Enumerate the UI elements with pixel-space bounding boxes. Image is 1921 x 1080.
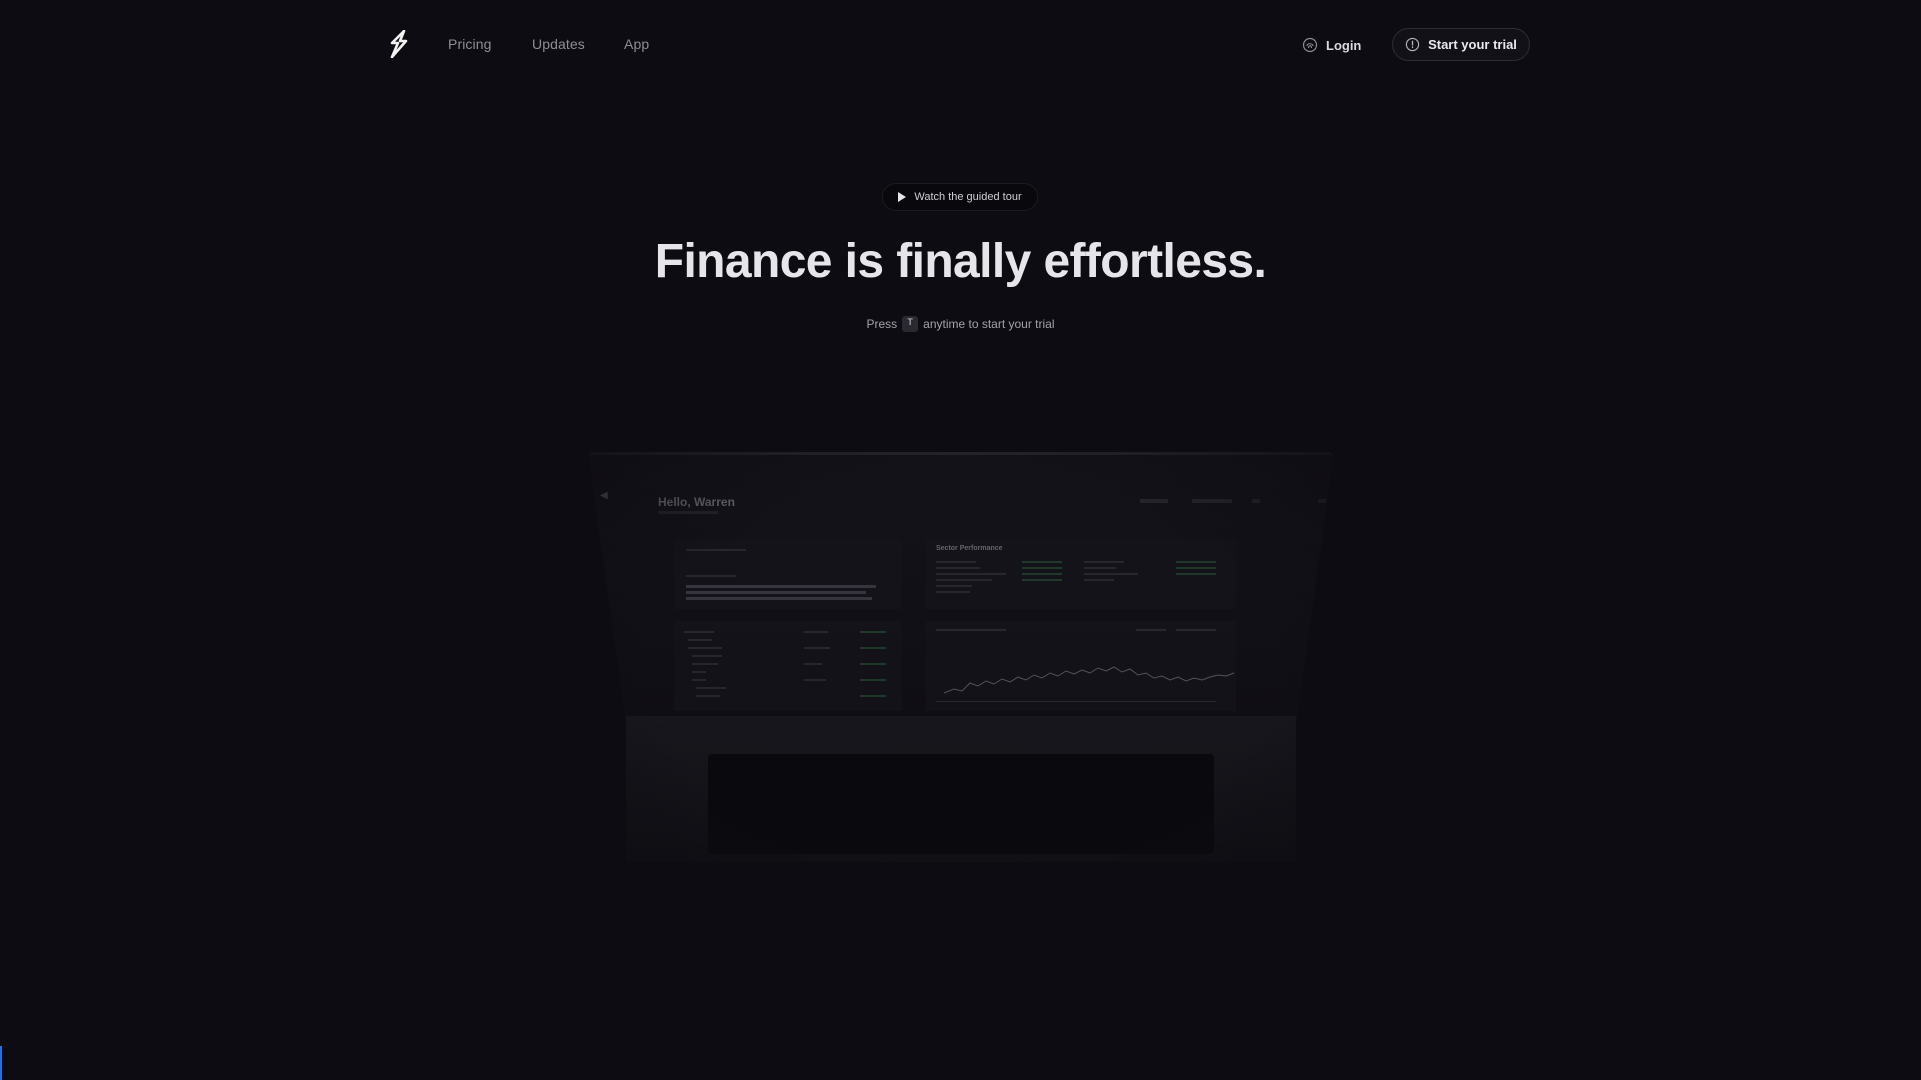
hero-subtext: Press T anytime to start your trial: [0, 316, 1921, 332]
preview-table-card: [674, 621, 902, 711]
nav-link-updates[interactable]: Updates: [532, 36, 585, 52]
preview-greeting-subtitle: [658, 511, 718, 514]
sector-performance-title: Sector Performance: [936, 545, 1003, 552]
preview-control: [1192, 499, 1232, 503]
preview-greeting: Hello, Warren: [658, 495, 735, 509]
fingerprint-icon: [1302, 37, 1318, 53]
preview-control: [1252, 499, 1260, 503]
preview-sector-card: Sector Performance: [926, 539, 1236, 609]
subtext-before: Press: [866, 317, 898, 331]
subtext-after: anytime to start your trial: [923, 317, 1055, 331]
brand-logo-icon[interactable]: [388, 30, 410, 58]
preview-news-card: [674, 539, 902, 609]
login-label: Login: [1326, 37, 1362, 53]
start-trial-label: Start your trial: [1428, 37, 1517, 52]
laptop-screen: ◀ Hello, Warren Sector Performance: [588, 452, 1334, 720]
shortcut-key: T: [902, 316, 919, 332]
top-navigation: Pricing Updates App Login Start your tri…: [0, 0, 1921, 90]
nav-link-pricing[interactable]: Pricing: [448, 36, 492, 52]
guided-tour-label: Watch the guided tour: [914, 191, 1022, 203]
nav-link-app[interactable]: App: [624, 36, 649, 52]
laptop-preview: ◀ Hello, Warren Sector Performance: [588, 452, 1334, 862]
trial-icon: [1405, 37, 1420, 52]
edge-indicator: [0, 1046, 2, 1080]
preview-sparkline: [944, 666, 1235, 694]
guided-tour-button[interactable]: Watch the guided tour: [882, 183, 1038, 211]
login-button[interactable]: Login: [1302, 34, 1361, 56]
preview-control: [1318, 499, 1326, 503]
laptop-keyboard: [708, 754, 1214, 854]
play-icon: [898, 192, 907, 202]
collapse-arrow-icon: ◀: [600, 490, 608, 501]
app-preview: ◀ Hello, Warren Sector Performance: [588, 455, 1334, 720]
preview-control: [1140, 499, 1168, 503]
start-trial-button[interactable]: Start your trial: [1392, 28, 1530, 61]
hero-headline: Finance is finally effortless.: [654, 235, 1267, 288]
